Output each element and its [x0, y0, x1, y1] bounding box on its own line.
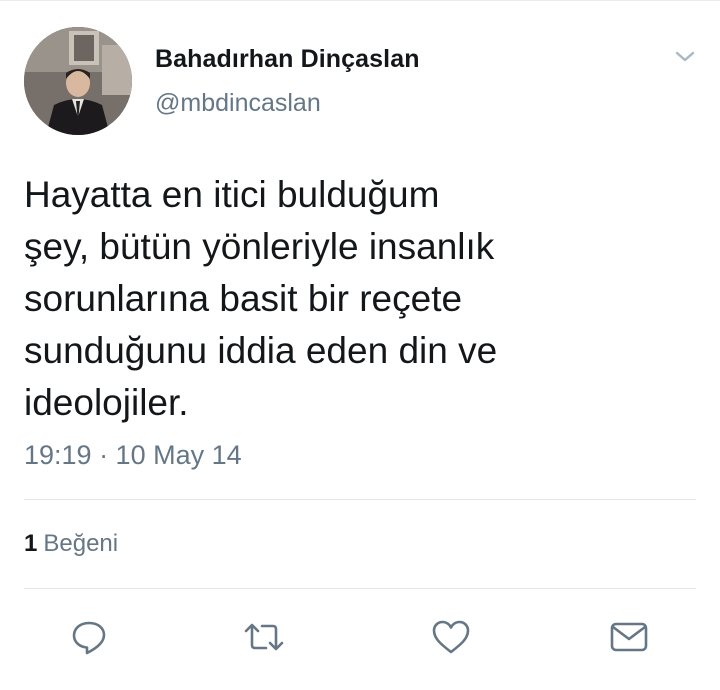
tweet-text-line: Hayatta en itici bulduğum	[24, 174, 440, 215]
user-display-name[interactable]: Bahadırhan Dinçaslan	[155, 45, 420, 74]
avatar[interactable]	[24, 27, 132, 135]
retweet-button[interactable]	[242, 615, 286, 659]
tweet-text-line: ideolojiler.	[24, 382, 189, 423]
reply-icon	[72, 621, 106, 655]
direct-message-icon	[610, 622, 648, 652]
tweet-text: Hayatta en itici bulduğum şey, bütün yön…	[24, 169, 684, 429]
tweet-timestamp[interactable]: 19:19 · 10 May 14	[24, 440, 242, 471]
avatar-image	[24, 27, 132, 135]
tweet-detail: Bahadırhan Dinçaslan @mbdincaslan Hayatt…	[0, 0, 720, 690]
tweet-text-line: sunduğunu iddia eden din ve	[24, 330, 498, 371]
user-handle[interactable]: @mbdincaslan	[155, 89, 321, 118]
tweet-text-line: şey, bütün yönleriyle insanlık	[24, 226, 495, 267]
like-icon	[432, 620, 470, 654]
more-options-chevron-icon[interactable]	[672, 45, 698, 67]
likes-label: Beğeni	[43, 530, 119, 557]
retweet-icon	[244, 623, 284, 651]
divider	[24, 588, 696, 589]
likes-stat[interactable]: 1 Beğeni	[24, 530, 118, 558]
divider	[24, 499, 696, 500]
like-button[interactable]	[429, 615, 473, 659]
tweet-text-line: sorunlarına basit bir reçete	[24, 278, 463, 319]
direct-message-button[interactable]	[607, 615, 651, 659]
reply-button[interactable]	[67, 615, 111, 659]
likes-count: 1	[24, 530, 38, 557]
